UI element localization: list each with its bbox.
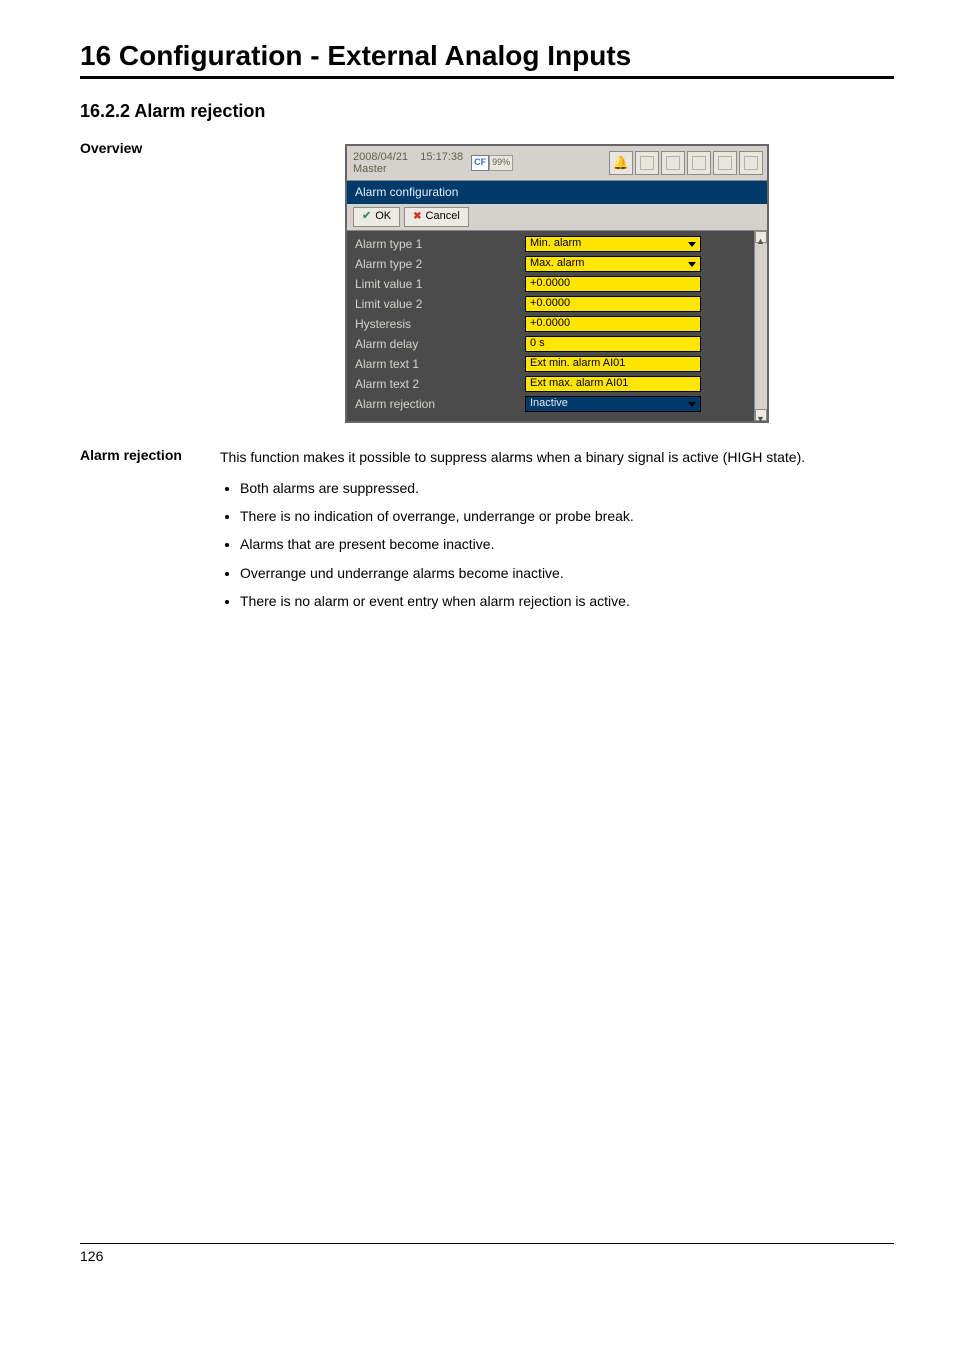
status-date: 2008/04/21 bbox=[353, 151, 408, 163]
config-row-label: Alarm rejection bbox=[355, 396, 525, 413]
config-value: 0 s bbox=[530, 336, 545, 352]
config-dropdown[interactable]: Min. alarm bbox=[525, 236, 701, 252]
config-row: Alarm rejection Inactive bbox=[355, 395, 765, 413]
config-text-field[interactable]: +0.0000 bbox=[525, 276, 701, 292]
config-row: Alarm delay 0 s bbox=[355, 335, 765, 353]
config-row: Limit value 2 +0.0000 bbox=[355, 295, 765, 313]
scroll-down-icon[interactable]: ▼ bbox=[755, 409, 767, 421]
config-value: +0.0000 bbox=[530, 316, 570, 332]
cf-card-icon: CF bbox=[471, 155, 489, 170]
page-number: 126 bbox=[80, 1248, 103, 1264]
list-item: Alarms that are present become inactive. bbox=[240, 534, 894, 554]
config-value: Max. alarm bbox=[530, 256, 584, 272]
alarm-rejection-label: Alarm rejection bbox=[80, 447, 220, 463]
config-row-label: Limit value 2 bbox=[355, 296, 525, 313]
cf-percent: 99% bbox=[489, 155, 513, 170]
config-value: Inactive bbox=[530, 396, 568, 412]
config-text-field[interactable]: 0 s bbox=[525, 336, 701, 352]
scroll-bar[interactable]: ▲ ▼ bbox=[754, 231, 767, 421]
config-value: Ext max. alarm AI01 bbox=[530, 376, 628, 392]
alarm-rejection-paragraph: This function makes it possible to suppr… bbox=[220, 447, 894, 467]
config-text-field[interactable]: Ext min. alarm AI01 bbox=[525, 356, 701, 372]
list-item: There is no alarm or event entry when al… bbox=[240, 591, 894, 611]
config-row-label: Alarm delay bbox=[355, 336, 525, 353]
alarm-config-screenshot: 2008/04/21 15:17:38 Master CF 99% 🔔 bbox=[345, 144, 769, 423]
toolbar-button-1[interactable] bbox=[661, 151, 685, 175]
config-row-label: Alarm text 2 bbox=[355, 376, 525, 393]
alarm-bell-icon[interactable]: 🔔 bbox=[609, 151, 633, 175]
cancel-button[interactable]: ✖ Cancel bbox=[404, 207, 469, 227]
toolbar-button-2[interactable] bbox=[687, 151, 711, 175]
check-icon: ✔ bbox=[362, 209, 371, 225]
status-datetime: 2008/04/21 15:17:38 Master bbox=[347, 149, 469, 177]
ok-button[interactable]: ✔OK bbox=[353, 207, 400, 227]
config-row-label: Alarm text 1 bbox=[355, 356, 525, 373]
window-title: Alarm configuration bbox=[347, 181, 767, 204]
config-row: Alarm text 1 Ext min. alarm AI01 bbox=[355, 355, 765, 373]
config-dropdown[interactable]: Inactive bbox=[525, 396, 701, 412]
config-row: Alarm text 2 Ext max. alarm AI01 bbox=[355, 375, 765, 393]
window-icon[interactable] bbox=[635, 151, 659, 175]
config-row-label: Alarm type 2 bbox=[355, 256, 525, 273]
config-value: +0.0000 bbox=[530, 276, 570, 292]
status-time: 15:17:38 bbox=[420, 151, 463, 163]
section-heading: 16.2.2 Alarm rejection bbox=[80, 101, 894, 122]
config-value: +0.0000 bbox=[530, 296, 570, 312]
list-item: Both alarms are suppressed. bbox=[240, 478, 894, 498]
config-row: Limit value 1 +0.0000 bbox=[355, 275, 765, 293]
ok-label: OK bbox=[375, 209, 391, 225]
config-row: Hysteresis +0.0000 bbox=[355, 315, 765, 333]
scroll-up-icon[interactable]: ▲ bbox=[755, 231, 767, 243]
list-item: Overrange und underrange alarms become i… bbox=[240, 563, 894, 583]
toolbar-button-3[interactable] bbox=[713, 151, 737, 175]
config-row: Alarm type 2 Max. alarm bbox=[355, 255, 765, 273]
title-rule bbox=[80, 76, 894, 79]
status-master: Master bbox=[353, 163, 463, 175]
config-dropdown[interactable]: Max. alarm bbox=[525, 256, 701, 272]
list-item: There is no indication of overrange, und… bbox=[240, 506, 894, 526]
page-footer: 126 bbox=[80, 1243, 894, 1264]
chapter-title: 16 Configuration - External Analog Input… bbox=[80, 40, 894, 72]
config-row-label: Limit value 1 bbox=[355, 276, 525, 293]
config-row-label: Hysteresis bbox=[355, 316, 525, 333]
cancel-label: Cancel bbox=[426, 209, 460, 225]
config-text-field[interactable]: +0.0000 bbox=[525, 316, 701, 332]
config-text-field[interactable]: +0.0000 bbox=[525, 296, 701, 312]
config-value: Min. alarm bbox=[530, 236, 581, 252]
config-row: Alarm type 1 Min. alarm bbox=[355, 235, 765, 253]
overview-label: Overview bbox=[80, 140, 220, 156]
close-icon: ✖ bbox=[413, 210, 421, 225]
config-value: Ext min. alarm AI01 bbox=[530, 356, 625, 372]
toolbar-button-4[interactable] bbox=[739, 151, 763, 175]
config-text-field[interactable]: Ext max. alarm AI01 bbox=[525, 376, 701, 392]
config-row-label: Alarm type 1 bbox=[355, 236, 525, 253]
bullet-list: Both alarms are suppressed. There is no i… bbox=[220, 478, 894, 611]
